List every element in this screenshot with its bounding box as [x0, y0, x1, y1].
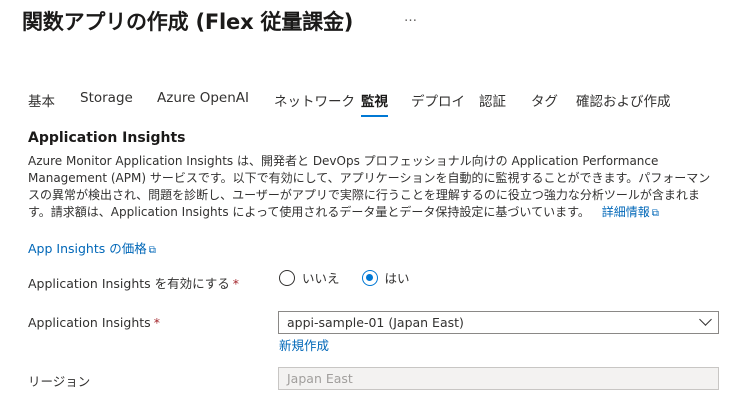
required-mark: *: [153, 315, 160, 330]
enable-insights-label: Application Insights を有効にする *: [28, 273, 239, 292]
insights-label-text: Application Insights: [28, 315, 151, 330]
section-title: Application Insights: [28, 130, 186, 146]
external-link-icon: ⧉: [651, 208, 659, 219]
tab-monitoring[interactable]: 監視: [361, 90, 388, 117]
enable-insights-label-text: Application Insights を有効にする: [28, 276, 230, 291]
tab-authentication[interactable]: 認証: [479, 90, 506, 110]
tab-tags[interactable]: タグ: [531, 90, 558, 110]
radio-no-label: いいえ: [302, 271, 340, 286]
create-new-link[interactable]: 新規作成: [279, 335, 329, 354]
pricing-label: App Insights の価格: [28, 241, 147, 256]
radio-no-circle[interactable]: [279, 269, 295, 286]
learn-more-link[interactable]: 詳細情報 ⧉: [602, 205, 659, 219]
region-label: リージョン: [28, 374, 91, 389]
tab-basics[interactable]: 基本: [28, 90, 55, 110]
tab-storage[interactable]: Storage: [80, 90, 133, 106]
region-field: Japan East: [278, 367, 719, 390]
radio-no[interactable]: いいえ: [279, 268, 340, 287]
insights-label: Application Insights *: [28, 315, 160, 330]
more-options-button[interactable]: …: [404, 10, 417, 25]
tab-networking[interactable]: ネットワーク: [274, 90, 355, 110]
region-field-value: Japan East: [287, 371, 353, 386]
learn-more-label: 詳細情報: [601, 205, 650, 219]
insights-dropdown-value: appi-sample-01 (Japan East): [287, 315, 464, 330]
enable-insights-radio-group: いいえ はい: [279, 268, 432, 287]
page-title: 関数アプリの作成 (Flex 従量課金): [22, 10, 354, 34]
chevron-down-icon: [699, 313, 712, 326]
insights-dropdown[interactable]: appi-sample-01 (Japan East): [278, 311, 719, 334]
radio-yes-circle[interactable]: [361, 269, 378, 286]
section-description: Azure Monitor Application Insights は、開発者…: [28, 153, 718, 222]
external-link-icon: ⧉: [148, 245, 156, 256]
tab-azure-openai[interactable]: Azure OpenAI: [157, 90, 249, 106]
pricing-link[interactable]: App Insights の価格 ⧉: [28, 238, 156, 257]
radio-yes-label: はい: [384, 271, 410, 286]
required-mark: *: [232, 276, 240, 291]
tab-review-create[interactable]: 確認および作成: [576, 90, 671, 110]
tab-deployment[interactable]: デプロイ: [411, 90, 465, 110]
radio-yes[interactable]: はい: [361, 268, 410, 287]
